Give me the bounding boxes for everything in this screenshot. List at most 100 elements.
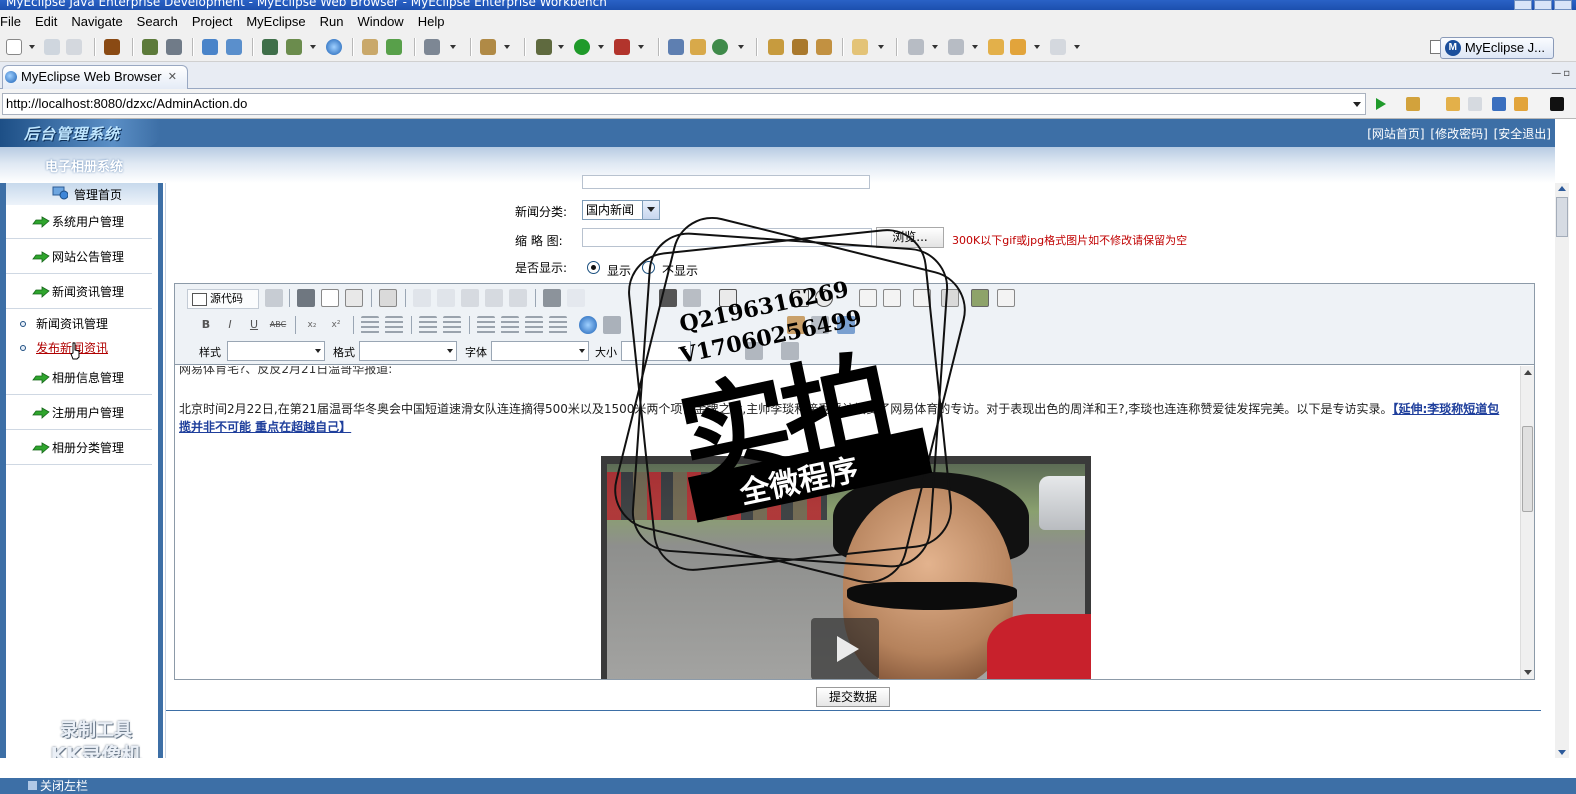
task-dropdown-icon[interactable] [504,45,510,49]
font-combo[interactable] [491,341,589,361]
search-dropdown-icon[interactable] [878,45,884,49]
button-field-icon[interactable] [941,289,959,307]
new-java-project-icon[interactable] [668,39,684,55]
scroll-thumb[interactable] [1522,426,1533,512]
last-edit-icon[interactable] [988,39,1004,55]
browse-button[interactable]: 浏览... [876,227,944,248]
perspective-switcher[interactable]: M MyEclipse J... [1439,37,1554,59]
browser-back-icon[interactable] [1446,97,1460,111]
special-char-icon[interactable] [811,316,829,334]
bg-color-icon[interactable] [781,342,799,360]
find-icon[interactable] [659,289,677,307]
hammer-icon[interactable] [792,39,808,55]
paste-icon[interactable] [461,289,479,307]
nav-news[interactable]: 新闻资讯管理 [6,275,152,309]
print-icon[interactable] [543,289,561,307]
prev-annotation-icon[interactable] [948,39,964,55]
run-icon[interactable] [574,39,590,55]
external-tools-icon[interactable] [614,39,630,55]
bullet-list-icon[interactable] [385,316,403,334]
add-icon[interactable] [386,39,402,55]
maximize-button[interactable] [1534,0,1552,10]
open-browser-icon[interactable] [226,39,242,55]
web-icon[interactable] [326,39,342,55]
new-class-icon[interactable] [712,39,728,55]
print-preview-icon[interactable] [345,289,363,307]
nav-sub-news-manage[interactable]: 新闻资讯管理 [6,313,152,335]
image-button-icon[interactable] [971,289,989,307]
hidden-field-icon[interactable] [997,289,1015,307]
close-tab-icon[interactable]: ✕ [168,66,177,88]
debug-server-icon[interactable] [142,39,158,55]
menu-run[interactable]: Run [313,14,351,29]
checkbox-icon[interactable] [791,289,809,307]
wizard-icon[interactable] [202,39,218,55]
menu-help[interactable]: Help [411,14,452,29]
menu-file[interactable]: File [0,14,28,29]
align-left-icon[interactable] [477,316,495,334]
replace-icon[interactable] [683,289,701,307]
underline-icon[interactable]: U [245,316,263,334]
open-type-icon[interactable] [362,39,378,55]
style-combo[interactable] [227,341,325,361]
prev-annotation-dropdown-icon[interactable] [972,45,978,49]
nav-album-categories[interactable]: 相册分类管理 [6,431,152,465]
view-controls[interactable]: —▫ [1551,68,1572,79]
textarea-icon[interactable] [883,289,901,307]
nav-site-notices[interactable]: 网站公告管理 [6,240,152,274]
go-icon[interactable] [1376,98,1386,110]
nav-albums[interactable]: 相册信息管理 [6,361,152,395]
paste-text-icon[interactable] [485,289,503,307]
menu-window[interactable]: Window [350,14,410,29]
strike-icon[interactable]: ABC [269,316,287,334]
new-class-dropdown-icon[interactable] [738,45,744,49]
thumbnail-file-input[interactable] [582,228,872,247]
save-all-icon[interactable] [66,39,82,55]
forward-dropdown-icon[interactable] [1074,45,1080,49]
new-icon[interactable] [6,39,22,55]
spellcheck-icon[interactable] [567,289,585,307]
browser-refresh-icon[interactable] [1514,97,1528,111]
video-thumbnail[interactable] [601,456,1091,679]
link-icon[interactable] [579,316,597,334]
open-project-icon[interactable] [768,39,784,55]
form-icon[interactable] [719,289,737,307]
run-dropdown-icon[interactable] [598,45,604,49]
scroll-up-icon[interactable] [1558,186,1566,191]
ordered-list-icon[interactable] [361,316,379,334]
menu-navigate[interactable]: Navigate [64,14,129,29]
terminal-dropdown-icon[interactable] [450,45,456,49]
back-dropdown-icon[interactable] [1034,45,1040,49]
link-logout[interactable]: [安全退出] [1494,127,1551,141]
save-icon[interactable] [44,39,60,55]
link-change-password[interactable]: [修改密码] [1430,127,1487,141]
editor-scrollbar[interactable] [1520,366,1534,679]
page-scrollbar[interactable] [1555,183,1569,758]
unlink-icon[interactable] [603,316,621,334]
category-select[interactable]: 国内新闻 [582,200,660,220]
size-combo[interactable] [621,341,691,361]
server-icon[interactable] [166,39,182,55]
format-combo[interactable] [359,341,457,361]
nav-registered-users[interactable]: 注册用户管理 [6,396,152,430]
browser-forward-icon[interactable] [1468,97,1482,111]
radio-icon[interactable] [815,289,833,307]
submit-button[interactable]: 提交数据 [816,687,890,707]
paste-word-icon[interactable] [509,289,527,307]
smiley-icon[interactable] [787,316,805,334]
bold-icon[interactable]: B [197,316,215,334]
text-color-icon[interactable] [745,342,763,360]
italic-icon[interactable]: I [221,316,239,334]
report-icon[interactable] [286,39,302,55]
menu-myeclipse[interactable]: MyEclipse [239,14,312,29]
deploy-icon[interactable] [104,39,120,55]
cut-icon[interactable] [413,289,431,307]
new-page-icon[interactable] [321,289,339,307]
page-break-icon[interactable] [837,316,855,334]
templates-icon[interactable] [379,289,397,307]
browser-stop-icon[interactable] [1492,97,1506,111]
superscript-icon[interactable]: x² [327,316,345,334]
align-center-icon[interactable] [501,316,519,334]
db-icon[interactable] [262,39,278,55]
nav-home[interactable]: 管理首页 [6,183,158,205]
